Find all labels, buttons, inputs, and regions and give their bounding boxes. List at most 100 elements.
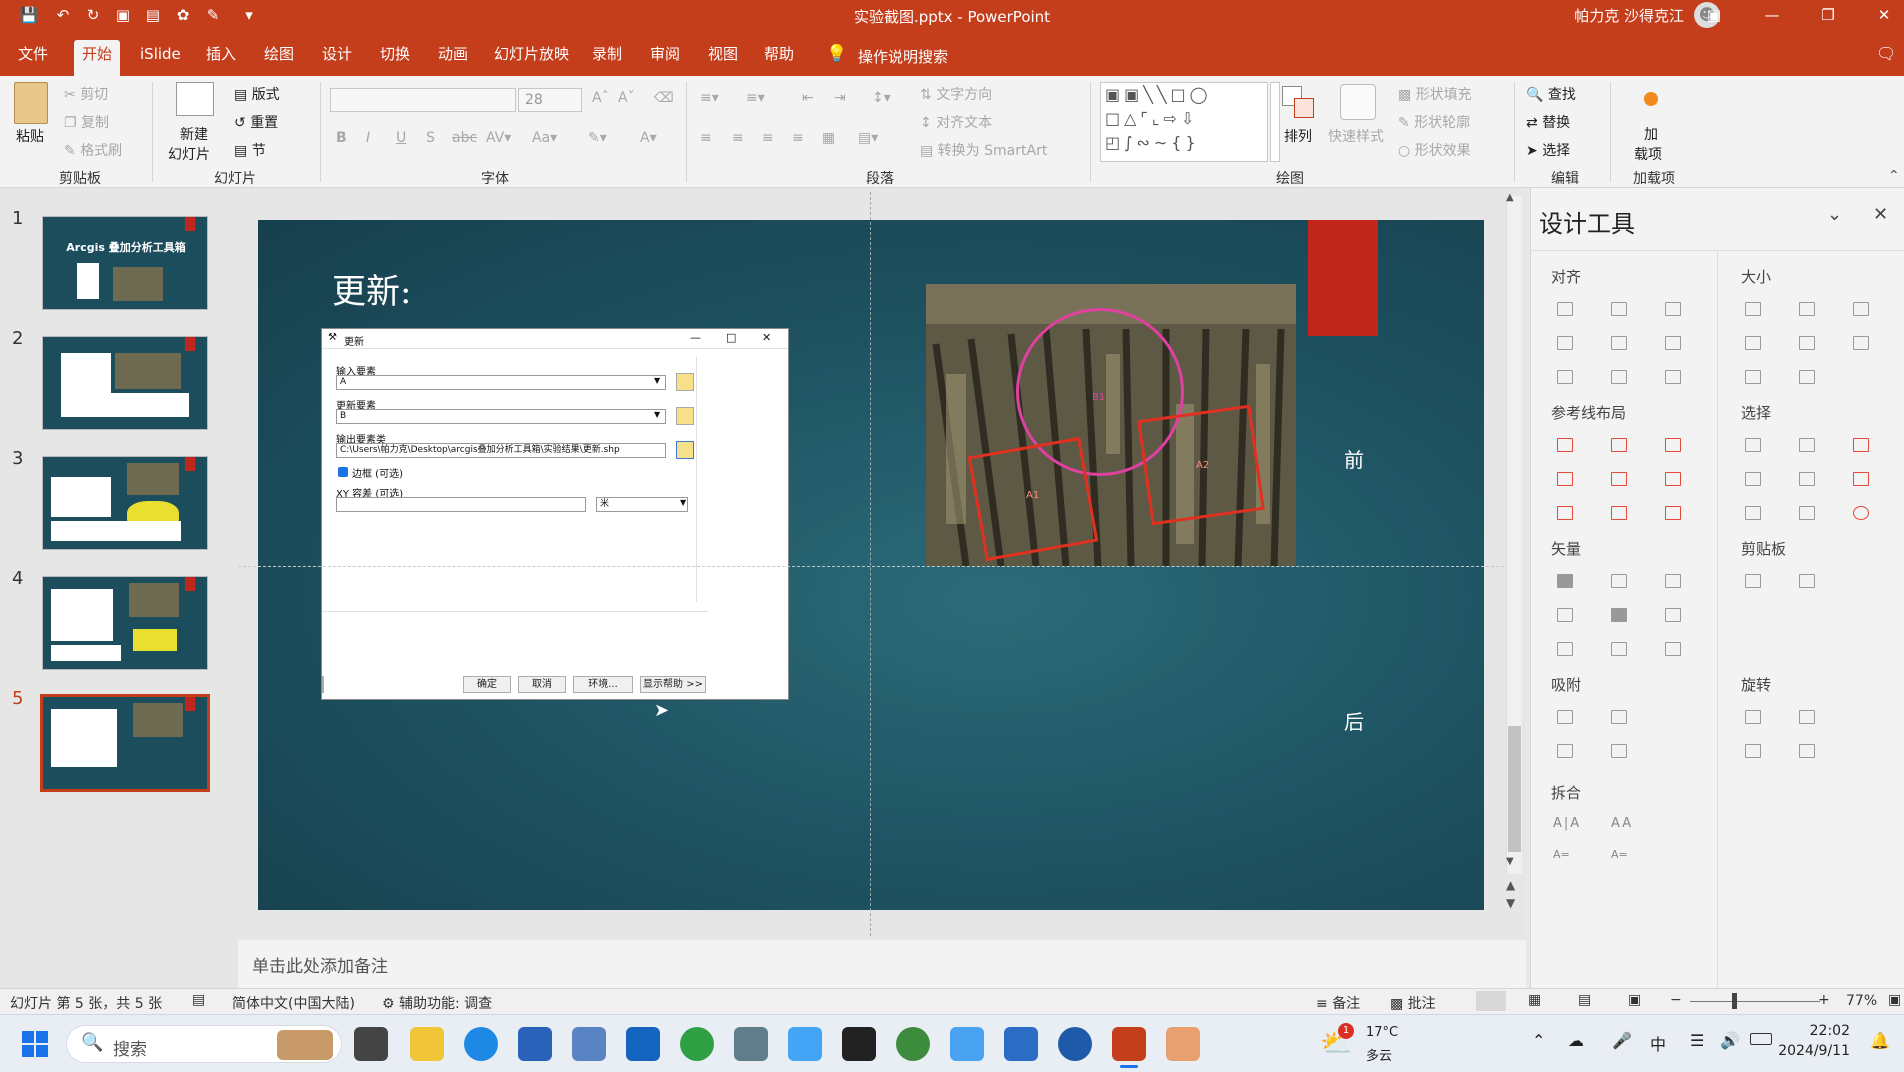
- arrange-button[interactable]: 排列: [1284, 126, 1312, 146]
- fit-slide-icon[interactable]: ▣: [1888, 992, 1901, 1008]
- guide-center-icon[interactable]: [1611, 438, 1627, 452]
- task-view-icon[interactable]: [354, 1027, 388, 1061]
- highlight-icon[interactable]: ✎▾: [588, 130, 607, 146]
- horizontal-guide[interactable]: [238, 566, 1504, 567]
- new-slide-icon[interactable]: [176, 82, 214, 116]
- addins-button-label[interactable]: 载项: [1634, 144, 1662, 164]
- tray-expand-icon[interactable]: ⌃: [1532, 1031, 1545, 1050]
- tab-file[interactable]: 文件: [10, 40, 56, 68]
- stretch-right-icon[interactable]: [1799, 336, 1815, 350]
- tab-transitions[interactable]: 切换: [372, 40, 418, 68]
- unit-select[interactable]: 米: [596, 497, 688, 512]
- tab-record[interactable]: 录制: [584, 40, 630, 68]
- panel-close-icon[interactable]: ✕: [1873, 204, 1888, 225]
- select-pointer-icon[interactable]: [1853, 472, 1869, 486]
- zoom-out-icon[interactable]: −: [1670, 992, 1682, 1008]
- font-size-box[interactable]: 28: [518, 88, 582, 112]
- scroll-down-icon[interactable]: ▼: [1506, 856, 1514, 867]
- same-size-icon[interactable]: [1853, 302, 1869, 316]
- environments-button[interactable]: 环境...: [573, 676, 633, 693]
- swap-size-icon[interactable]: [1853, 336, 1869, 350]
- chevron-down-icon[interactable]: ▼: [654, 376, 660, 385]
- open-folder-icon[interactable]: [676, 373, 694, 391]
- align-top-icon[interactable]: [1557, 336, 1573, 350]
- minimize-icon[interactable]: —: [1744, 0, 1800, 30]
- stretch-bottom-icon[interactable]: [1799, 370, 1815, 384]
- dialog-close-icon[interactable]: ✕: [762, 331, 771, 344]
- dialog-maximize-icon[interactable]: □: [726, 331, 736, 344]
- scissors-icon[interactable]: [1665, 642, 1681, 656]
- italic-icon[interactable]: I: [366, 130, 370, 146]
- scroll-up-icon[interactable]: ▲: [1506, 192, 1514, 203]
- line-spacing-icon[interactable]: ↕▾: [872, 90, 891, 106]
- align-right-icon[interactable]: [1665, 302, 1681, 316]
- vscode-icon[interactable]: [1004, 1027, 1038, 1061]
- slide-sorter-icon[interactable]: ▦: [1528, 992, 1541, 1008]
- edge-browser-icon[interactable]: [464, 1027, 498, 1061]
- slide-thumbnail-4[interactable]: [42, 576, 208, 670]
- next-slide-icon[interactable]: ▼: [1506, 896, 1515, 910]
- font-color-icon[interactable]: A▾: [640, 130, 657, 146]
- eye-icon[interactable]: [1853, 506, 1869, 520]
- underline-icon[interactable]: U: [396, 130, 406, 146]
- bold-icon[interactable]: B: [336, 130, 347, 146]
- collapse-ribbon-icon[interactable]: ⌃: [1888, 168, 1900, 184]
- notes-placeholder[interactable]: 单击此处添加备注: [252, 952, 388, 977]
- ok-button[interactable]: 确定: [463, 676, 511, 693]
- new-slide-button[interactable]: 新建: [180, 124, 208, 144]
- open-folder-icon[interactable]: [676, 441, 694, 459]
- select-same-icon[interactable]: [1745, 438, 1761, 452]
- borders-checkbox[interactable]: [338, 467, 348, 477]
- strikethrough-icon[interactable]: abc: [452, 130, 477, 146]
- user-name[interactable]: 帕力克 沙得克江: [1574, 5, 1684, 26]
- new-slide-label[interactable]: 幻灯片: [168, 144, 210, 164]
- slide[interactable]: 更新: B1 A1 A2 前 后 ⚒ 更新 — □ ✕ 输入要素 A ▼ 更新要…: [258, 220, 1484, 910]
- snap-top-icon[interactable]: [1557, 744, 1573, 758]
- microphone-icon[interactable]: 🎤: [1612, 1031, 1632, 1050]
- align-text-button[interactable]: ↕ 对齐文本: [920, 112, 992, 132]
- shadow-icon[interactable]: S: [426, 130, 435, 146]
- numbering-icon[interactable]: ≡▾: [746, 90, 765, 106]
- copy-button[interactable]: ❐ 复制: [64, 112, 109, 132]
- union-icon[interactable]: [1557, 574, 1573, 588]
- snap-bottom-icon[interactable]: [1611, 744, 1627, 758]
- shape-copy-icon[interactable]: [1611, 642, 1627, 656]
- vertical-guide[interactable]: [870, 192, 871, 936]
- merge-text-icon[interactable]: AA: [1611, 816, 1633, 831]
- subtract-icon[interactable]: [1611, 608, 1627, 622]
- paste-icon[interactable]: [14, 82, 48, 124]
- tab-review[interactable]: 审阅: [642, 40, 688, 68]
- input-features-field[interactable]: A: [336, 375, 666, 390]
- clear-format-icon[interactable]: ⌫: [654, 90, 674, 106]
- slide-thumbnail-3[interactable]: [42, 456, 208, 550]
- format-painter-button[interactable]: ✎ 格式刷: [64, 140, 122, 160]
- slide-thumbnail-2[interactable]: [42, 336, 208, 430]
- slide-thumbnail-1[interactable]: Arcgis 叠加分析工具箱: [42, 216, 208, 310]
- output-class-field[interactable]: C:\Users\帕力克\Desktop\arcgis叠加分析工具箱\实验结果\…: [336, 443, 666, 458]
- guide-left-icon[interactable]: [1557, 438, 1573, 452]
- same-height-icon[interactable]: [1799, 302, 1815, 316]
- section-button[interactable]: ▤ 节: [234, 140, 266, 160]
- text-direction-button[interactable]: ⇅ 文字方向: [920, 84, 992, 104]
- app-icon[interactable]: [572, 1027, 606, 1061]
- guide-fill-icon[interactable]: [1665, 506, 1681, 520]
- stretch-left-icon[interactable]: [1745, 336, 1761, 350]
- slides-app-icon[interactable]: [1166, 1027, 1200, 1061]
- volume-icon[interactable]: 🔊: [1720, 1031, 1740, 1050]
- notifications-icon[interactable]: 🔔: [1870, 1031, 1890, 1050]
- cancel-button[interactable]: 取消: [518, 676, 566, 693]
- distributed-icon[interactable]: ▦: [822, 130, 835, 146]
- smartart-button[interactable]: ▤ 转换为 SmartArt: [920, 140, 1047, 160]
- powerpoint-icon[interactable]: [1112, 1027, 1146, 1061]
- scrollbar-thumb[interactable]: [1508, 726, 1521, 852]
- vertical-scrollbar[interactable]: [1506, 196, 1522, 874]
- tell-me-search[interactable]: 操作说明搜索: [858, 46, 948, 67]
- align-right-icon[interactable]: ≡: [762, 130, 774, 146]
- shape-effects-button[interactable]: ○ 形状效果: [1398, 140, 1471, 160]
- select-all-icon[interactable]: [1853, 438, 1869, 452]
- label-before[interactable]: 前: [1344, 444, 1364, 473]
- arcgis-icon[interactable]: [896, 1027, 930, 1061]
- shape-outline-button[interactable]: ✎ 形状轮廓: [1398, 112, 1470, 132]
- copy-size-icon[interactable]: [1745, 574, 1761, 588]
- find-button[interactable]: 🔍 查找: [1526, 84, 1576, 104]
